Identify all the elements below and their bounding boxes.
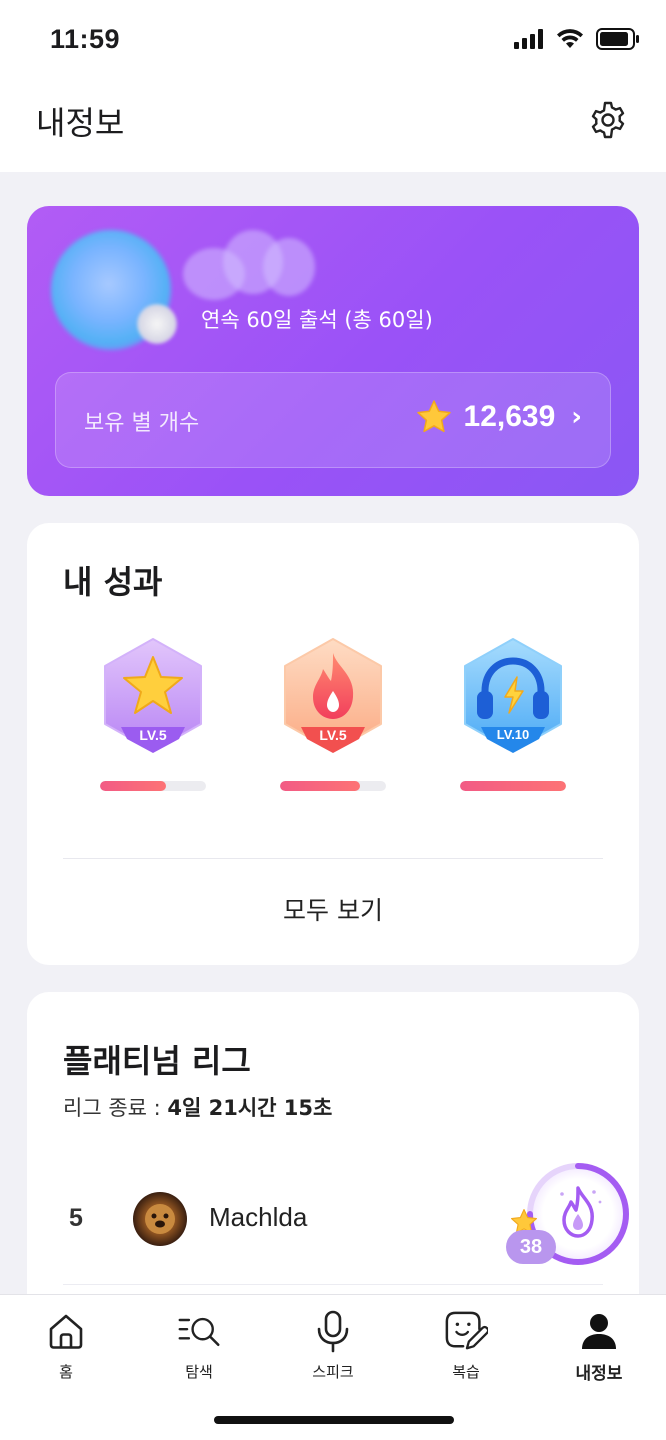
league-timer-label: 리그 종료 :: [63, 1096, 168, 1120]
achievements-card: 내 성과 LV.5 LV.5 LV.10 모두 보기: [27, 523, 639, 965]
rank-username: Machlda: [209, 1202, 308, 1232]
badge-progress-bar: [100, 781, 206, 791]
profile-card[interactable]: 연속 60일 출석 (총 60일) 보유 별 개수 12,639 ›: [27, 206, 639, 496]
attendance-streak-text: 연속 60일 출석 (총 60일): [201, 308, 433, 332]
badge-level-label: LV.5: [319, 727, 347, 743]
status-time: 11:59: [50, 24, 121, 54]
badge-level-label: LV.5: [139, 727, 167, 743]
achievements-title: 내 성과: [63, 563, 163, 601]
badge-progress-bar: [280, 781, 386, 791]
header: 내정보: [0, 80, 666, 172]
settings-button[interactable]: [586, 98, 630, 142]
battery-icon: [596, 28, 639, 50]
achievement-badge-fire[interactable]: LV.5: [277, 635, 389, 761]
tab-explore[interactable]: 탐색: [144, 1309, 254, 1382]
stars-count-button[interactable]: 보유 별 개수 12,639 ›: [55, 372, 611, 468]
divider: [63, 858, 603, 859]
headphones-badge-icon: [464, 638, 562, 753]
badge-progress-bar: [460, 781, 566, 791]
gear-icon: [591, 101, 625, 139]
achievement-badge-headphones[interactable]: LV.10: [457, 635, 569, 761]
search-list-icon: [177, 1309, 221, 1353]
tab-speak[interactable]: 스피크: [278, 1309, 388, 1382]
tab-label: 복습: [452, 1363, 480, 1381]
page-title: 내정보: [36, 104, 125, 142]
rank-number: 5: [69, 1204, 83, 1232]
view-all-button[interactable]: 모두 보기: [27, 891, 639, 927]
status-icons: [514, 28, 640, 50]
stars-count: 12,639: [463, 400, 556, 433]
star-icon: [416, 400, 451, 433]
league-timer-value: 4일 21시간 15초: [167, 1096, 333, 1120]
microphone-icon: [311, 1309, 355, 1353]
badge-level-label: LV.10: [496, 727, 530, 742]
tab-review[interactable]: 복습: [411, 1309, 521, 1382]
tab-label: 내정보: [575, 1364, 623, 1384]
tab-home[interactable]: 홈: [11, 1309, 121, 1382]
review-face-icon: [444, 1309, 488, 1353]
stars-label: 보유 별 개수: [84, 411, 200, 436]
lion-avatar-icon: [145, 1204, 175, 1234]
badge-progress-fill: [460, 781, 566, 791]
tab-my-info[interactable]: 내정보: [544, 1309, 654, 1384]
avatar: [133, 1192, 187, 1246]
cellular-signal-icon: [514, 29, 543, 49]
tab-label: 탐색: [185, 1363, 213, 1381]
divider: [63, 1284, 603, 1285]
badge-progress-fill: [280, 781, 360, 791]
badge-progress-fill: [100, 781, 166, 791]
tab-label: 스피크: [312, 1363, 354, 1381]
username-blurred: [183, 230, 315, 304]
league-timer: 리그 종료 : 4일 21시간 15초: [63, 1092, 332, 1122]
status-bar: 11:59: [0, 0, 666, 80]
avatar-badge: [137, 304, 177, 344]
stars-value-group: 12,639 ›: [416, 399, 582, 435]
league-title: 플래티넘 리그: [63, 1042, 251, 1080]
home-icon: [44, 1309, 88, 1353]
tab-label: 홈: [59, 1363, 73, 1381]
chevron-right-icon: ›: [571, 402, 582, 432]
achievement-badge-star[interactable]: LV.5: [97, 635, 209, 761]
streak-count-badge: 38: [506, 1230, 556, 1264]
home-indicator: [214, 1416, 454, 1424]
wifi-icon: [557, 29, 583, 48]
person-icon: [577, 1309, 621, 1353]
